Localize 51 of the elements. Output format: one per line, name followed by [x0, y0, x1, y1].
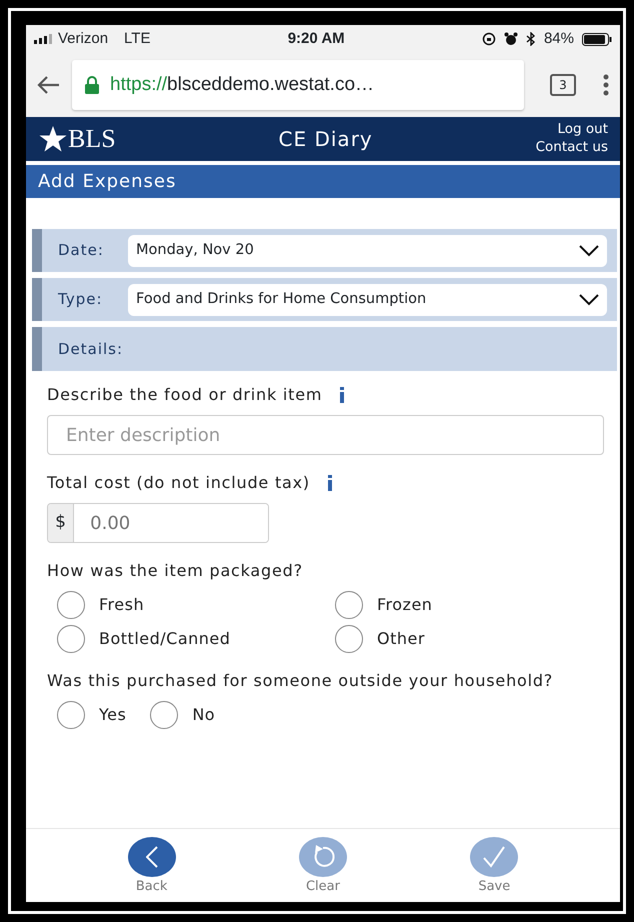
option-label: No: [192, 704, 216, 726]
radio-button[interactable]: [57, 625, 85, 653]
radio-button[interactable]: [335, 625, 363, 653]
signal-icon: [34, 34, 54, 44]
star-logo-icon: [38, 125, 68, 153]
option-label: Frozen: [377, 594, 432, 616]
select-label: Date:: [57, 240, 105, 262]
description-field[interactable]: Enter description: [47, 415, 604, 455]
info-icon: [326, 475, 334, 491]
lock-icon: [84, 75, 100, 95]
tab-count-button[interactable]: 3: [550, 74, 576, 96]
radio-button[interactable]: [57, 701, 85, 729]
network-type: LTE: [124, 28, 150, 49]
header-link[interactable]: Log out: [557, 121, 608, 139]
info-icon: [338, 387, 346, 403]
chevron-down-icon: [579, 294, 599, 306]
back-arrow-icon[interactable]: [36, 75, 60, 95]
option-label: Fresh: [99, 594, 144, 616]
select-label: Type:: [57, 289, 104, 310]
page-title: Add Expenses: [38, 170, 176, 194]
address-bar[interactable]: https://blsceddemo.westat.co…: [72, 60, 524, 110]
option-label: Yes: [99, 704, 126, 726]
logo-text: BLS: [68, 126, 116, 152]
carrier-name: Verizon: [58, 28, 108, 49]
option-label: Bottled/Canned: [99, 628, 230, 650]
question-label: How was the item packaged?: [47, 560, 304, 582]
bluetooth-icon: [526, 32, 536, 46]
chevron-down-icon: [579, 244, 599, 256]
url-text: https://blsceddemo.westat.co…: [110, 72, 374, 97]
header-link[interactable]: Contact us: [536, 139, 608, 157]
cost-field[interactable]: $ 0.00: [47, 503, 269, 543]
check-icon: [482, 844, 506, 868]
currency-prefix: $: [48, 504, 74, 542]
question-label: Total cost (do not include tax): [47, 472, 310, 494]
section-label: Details:: [57, 338, 124, 360]
menu-icon[interactable]: [602, 73, 610, 97]
question-label: Was this purchased for someone outside your household?: [47, 670, 554, 692]
back-button[interactable]: Back: [116, 836, 187, 896]
dropdown-select[interactable]: Monday, Nov 20: [128, 234, 607, 266]
radio-button[interactable]: [57, 591, 85, 619]
radio-button[interactable]: [335, 591, 363, 619]
rotation-lock-icon: [482, 32, 496, 46]
back-chevron-icon: [146, 846, 158, 868]
question-label: Describe the food or drink item: [47, 384, 322, 406]
dropdown-select[interactable]: Food and Drinks for Home Consumption: [128, 284, 607, 316]
battery-percent: 84%: [544, 28, 574, 49]
status-time: 9:20 AM: [288, 28, 345, 49]
option-label: Other: [377, 628, 425, 650]
app-title: CE Diary: [278, 126, 373, 153]
radio-button[interactable]: [150, 701, 178, 729]
battery-icon: [582, 32, 612, 46]
